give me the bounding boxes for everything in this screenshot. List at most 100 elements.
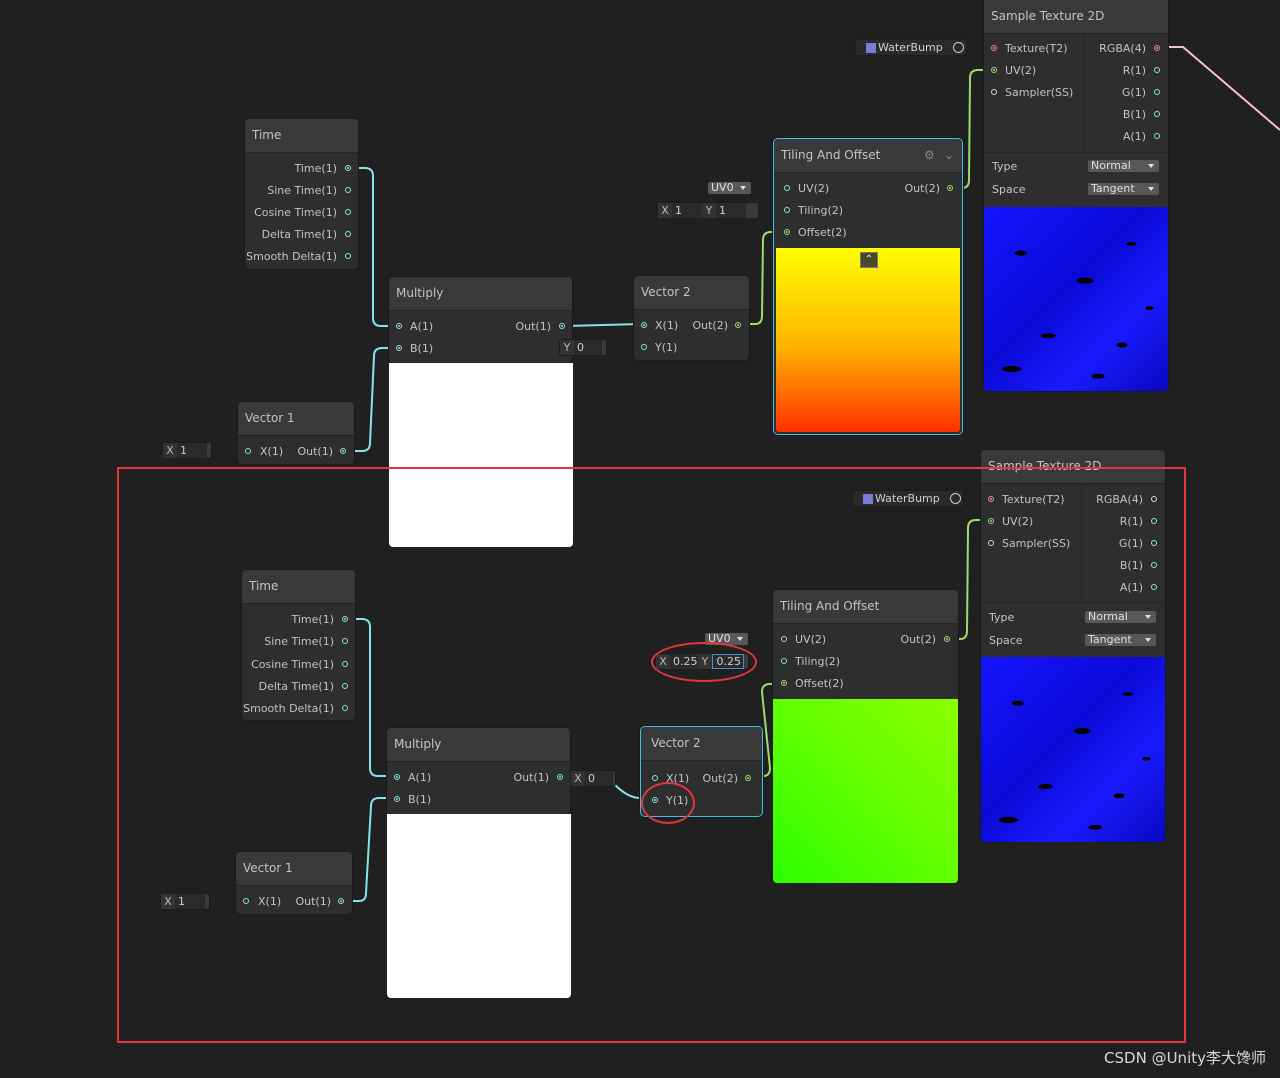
y-value[interactable]: 0 bbox=[574, 340, 602, 355]
input-port-a[interactable]: A(1) bbox=[410, 320, 433, 334]
y-value[interactable]: 1 bbox=[716, 203, 746, 218]
port-dot[interactable] bbox=[345, 187, 351, 193]
uv-channel-dropdown[interactable]: UV0 bbox=[708, 182, 751, 194]
vector1-node[interactable]: Vector 1 X(1) Out(1) bbox=[238, 402, 354, 464]
type-dropdown[interactable]: Normal bbox=[1088, 160, 1159, 172]
port-dot[interactable] bbox=[991, 67, 997, 73]
port-dot[interactable] bbox=[394, 796, 400, 802]
node-title[interactable]: Sample Texture 2D bbox=[981, 450, 1165, 484]
port-dot[interactable] bbox=[557, 774, 563, 780]
sample-texture-node[interactable]: Sample Texture 2D Texture(T2) UV(2) Samp… bbox=[984, 0, 1168, 391]
vector1-x-input[interactable]: X1 bbox=[161, 894, 209, 909]
output-port-time[interactable]: Time(1) bbox=[291, 613, 334, 627]
input-port-texture[interactable]: Texture(T2) bbox=[1002, 493, 1065, 507]
time-node[interactable]: Time Time(1) Sine Time(1) Cosine Time(1)… bbox=[242, 570, 355, 720]
vector1-node[interactable]: Vector 1 X(1) Out(1) bbox=[236, 852, 352, 914]
x-value[interactable]: 0 bbox=[585, 771, 613, 786]
output-port-b[interactable]: B(1) bbox=[1120, 559, 1143, 573]
output-port-out[interactable]: Out(1) bbox=[297, 445, 333, 459]
output-port-rgba[interactable]: RGBA(4) bbox=[1099, 42, 1146, 56]
port-dot[interactable] bbox=[338, 898, 344, 904]
multiply-node[interactable]: Multiply A(1) B(1) Out(1) bbox=[387, 728, 570, 814]
port-dot[interactable] bbox=[944, 636, 950, 642]
node-title[interactable]: Vector 1 bbox=[236, 852, 352, 886]
output-port-smooth-delta[interactable]: Smooth Delta(1) bbox=[246, 250, 337, 264]
node-title[interactable]: Time bbox=[242, 570, 355, 604]
output-port-a[interactable]: A(1) bbox=[1123, 130, 1146, 144]
x-value[interactable]: 1 bbox=[177, 443, 207, 458]
port-dot[interactable] bbox=[781, 636, 787, 642]
port-dot[interactable] bbox=[1151, 518, 1157, 524]
port-dot[interactable] bbox=[784, 229, 790, 235]
output-port-out[interactable]: Out(2) bbox=[900, 633, 936, 647]
output-port-delta-time[interactable]: Delta Time(1) bbox=[259, 680, 334, 694]
sample-texture-node[interactable]: Sample Texture 2D Texture(T2) UV(2) Samp… bbox=[981, 450, 1165, 842]
target-icon[interactable] bbox=[953, 42, 964, 53]
input-port-uv[interactable]: UV(2) bbox=[798, 182, 829, 196]
space-dropdown[interactable]: Tangent bbox=[1085, 634, 1156, 646]
vector2-y-input[interactable]: Y0 bbox=[560, 340, 606, 355]
target-icon[interactable] bbox=[950, 493, 961, 504]
port-dot[interactable] bbox=[1151, 540, 1157, 546]
x-value[interactable]: 1 bbox=[672, 203, 702, 218]
port-dot[interactable] bbox=[652, 797, 658, 803]
output-port-r[interactable]: R(1) bbox=[1120, 515, 1143, 529]
port-dot[interactable] bbox=[947, 185, 953, 191]
port-dot[interactable] bbox=[1154, 89, 1160, 95]
output-port-out[interactable]: Out(2) bbox=[904, 182, 940, 196]
port-dot[interactable] bbox=[1154, 67, 1160, 73]
vector1-x-input[interactable]: X1 bbox=[163, 443, 211, 458]
texture-input[interactable]: WaterBump bbox=[856, 40, 966, 55]
output-port-delta-time[interactable]: Delta Time(1) bbox=[262, 228, 337, 242]
port-dot[interactable] bbox=[784, 185, 790, 191]
multiply-node[interactable]: Multiply A(1) B(1) Out(1) bbox=[389, 277, 572, 363]
port-dot[interactable] bbox=[342, 616, 348, 622]
x-value[interactable]: 0.25 bbox=[670, 654, 698, 669]
port-dot[interactable] bbox=[340, 448, 346, 454]
port-dot[interactable] bbox=[641, 322, 647, 328]
port-dot[interactable] bbox=[342, 661, 348, 667]
tiling-offset-node[interactable]: Tiling And Offset ⚙ ⌄ UV(2) Tiling(2) Of… bbox=[774, 139, 962, 434]
input-port-texture[interactable]: Texture(T2) bbox=[1005, 42, 1068, 56]
chevron-down-icon[interactable]: ⌄ bbox=[944, 148, 954, 162]
output-port-out[interactable]: Out(2) bbox=[702, 772, 738, 786]
output-port-out[interactable]: Out(1) bbox=[515, 320, 551, 334]
port-dot[interactable] bbox=[396, 323, 402, 329]
input-port-x[interactable]: X(1) bbox=[666, 772, 689, 786]
port-dot[interactable] bbox=[988, 540, 994, 546]
output-port-time[interactable]: Time(1) bbox=[294, 162, 337, 176]
port-dot[interactable] bbox=[988, 496, 994, 502]
input-port-sampler[interactable]: Sampler(SS) bbox=[1005, 86, 1073, 100]
output-port-g[interactable]: G(1) bbox=[1119, 537, 1143, 551]
port-dot[interactable] bbox=[735, 322, 741, 328]
port-dot[interactable] bbox=[345, 209, 351, 215]
port-dot[interactable] bbox=[342, 705, 348, 711]
port-dot[interactable] bbox=[641, 344, 647, 350]
vector2-node[interactable]: Vector 2 X(1) Y(1) Out(2) bbox=[641, 727, 762, 816]
output-port-rgba[interactable]: RGBA(4) bbox=[1096, 493, 1143, 507]
input-port-offset[interactable]: Offset(2) bbox=[798, 226, 847, 240]
input-port-x[interactable]: X(1) bbox=[655, 319, 678, 333]
input-port-y[interactable]: Y(1) bbox=[655, 341, 677, 355]
port-dot[interactable] bbox=[781, 658, 787, 664]
output-port-r[interactable]: R(1) bbox=[1123, 64, 1146, 78]
input-port-sampler[interactable]: Sampler(SS) bbox=[1002, 537, 1070, 551]
input-port-x[interactable]: X(1) bbox=[258, 895, 281, 909]
space-dropdown[interactable]: Tangent bbox=[1088, 183, 1159, 195]
node-title[interactable]: Tiling And Offset bbox=[773, 590, 958, 624]
port-dot[interactable] bbox=[991, 89, 997, 95]
node-title[interactable]: Vector 2 bbox=[641, 727, 762, 761]
output-port-out[interactable]: Out(1) bbox=[295, 895, 331, 909]
chevron-up-icon[interactable]: ⌃ bbox=[860, 252, 878, 268]
port-dot[interactable] bbox=[991, 45, 997, 51]
port-dot[interactable] bbox=[245, 448, 251, 454]
port-dot[interactable] bbox=[781, 680, 787, 686]
port-dot[interactable] bbox=[345, 165, 351, 171]
port-dot[interactable] bbox=[1154, 133, 1160, 139]
output-port-cosine-time[interactable]: Cosine Time(1) bbox=[251, 658, 334, 672]
input-port-uv[interactable]: UV(2) bbox=[1002, 515, 1033, 529]
input-port-b[interactable]: B(1) bbox=[408, 793, 431, 807]
input-port-y[interactable]: Y(1) bbox=[666, 794, 688, 808]
port-dot[interactable] bbox=[345, 253, 351, 259]
node-title[interactable]: Multiply bbox=[389, 277, 572, 311]
